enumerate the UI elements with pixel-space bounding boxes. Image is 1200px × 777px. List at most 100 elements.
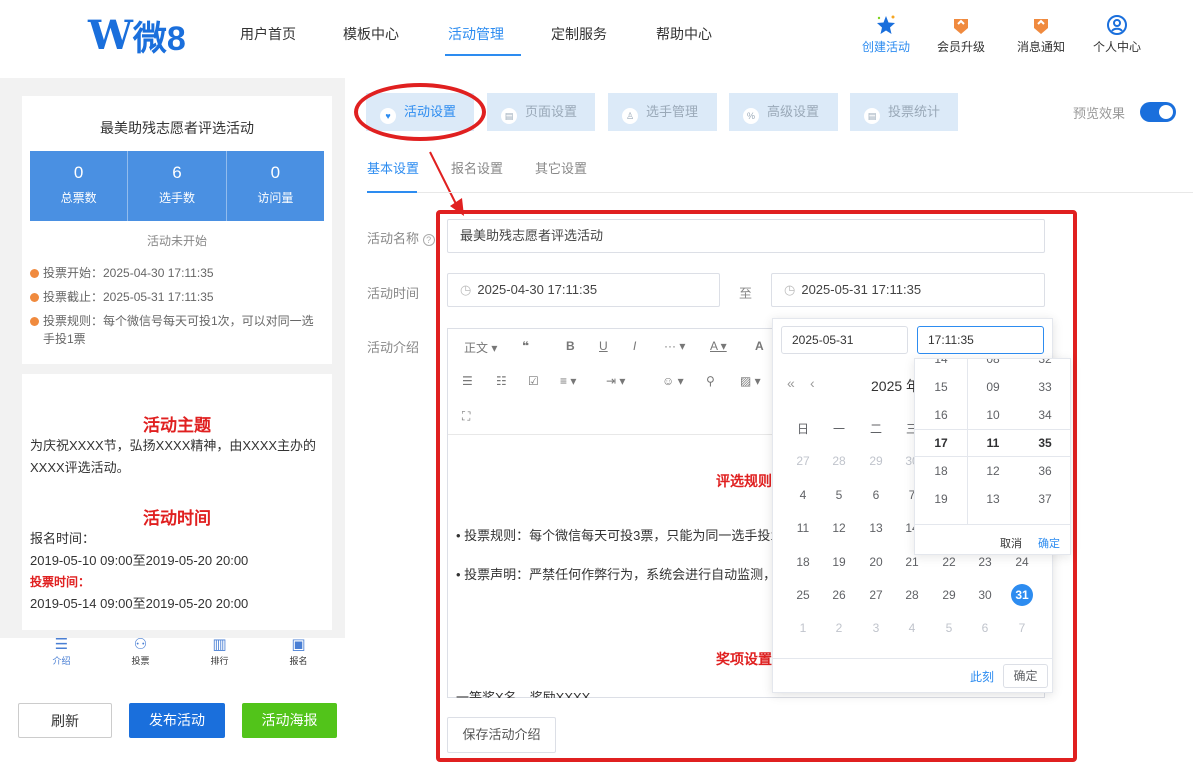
second-option[interactable]: 34 [1019, 401, 1070, 429]
calendar-day[interactable]: 29 [931, 588, 967, 602]
calendar-day[interactable]: 5 [821, 488, 857, 502]
calendar-day[interactable]: 13 [858, 521, 894, 535]
nav-home[interactable]: 用户首页 [240, 24, 296, 44]
calendar-day[interactable]: 11 [785, 521, 821, 535]
tab-contestant-management[interactable]: ♙ 选手管理 [608, 93, 717, 131]
time-select-line-bottom [915, 456, 1070, 457]
hour-option[interactable]: 17 [915, 429, 967, 457]
refresh-button[interactable]: 刷新 [18, 703, 112, 738]
second-option[interactable]: 35 [1019, 429, 1070, 457]
calendar-day[interactable]: 21 [894, 555, 930, 569]
time-confirm-button[interactable]: 确定 [1038, 535, 1060, 551]
calendar-day[interactable]: 6 [858, 488, 894, 502]
minute-option[interactable]: 09 [967, 373, 1019, 401]
subtab-other[interactable]: 其它设置 [535, 158, 587, 177]
picker-confirm-button[interactable]: 确定 [1003, 664, 1048, 688]
minute-option[interactable]: 13 [967, 485, 1019, 513]
weekday-header: 一 [832, 422, 845, 436]
subtab-signup[interactable]: 报名设置 [451, 158, 503, 177]
bottom-nav-intro[interactable]: ☰ 介绍 [37, 636, 87, 674]
nav-custom-service[interactable]: 定制服务 [551, 24, 607, 44]
activity-intro-label: 活动介绍 [367, 340, 420, 355]
minute-option[interactable]: 11 [967, 429, 1019, 457]
vote-rule-info: 投票规则：每个微信号每天可投1次，可以对同一选手投1票 [30, 312, 322, 348]
second-option[interactable]: 36 [1019, 457, 1070, 485]
now-link[interactable]: 此刻 [970, 668, 994, 685]
calendar-day[interactable]: 20 [858, 555, 894, 569]
calendar-day[interactable]: 25 [785, 588, 821, 602]
calendar-day[interactable]: 7 [1004, 621, 1040, 635]
calendar-day[interactable]: 18 [785, 555, 821, 569]
calendar-day[interactable]: 28 [821, 454, 857, 468]
notifications-label: 消息通知 [1016, 40, 1065, 54]
calendar-day[interactable]: 4 [785, 488, 821, 502]
publish-button[interactable]: 发布活动 [129, 703, 225, 738]
bottom-nav-signup[interactable]: ▣ 报名 [274, 636, 324, 674]
preview-toggle[interactable] [1140, 102, 1176, 122]
member-upgrade-link[interactable]: 会员升级 [931, 14, 991, 55]
hour-option[interactable]: 18 [915, 457, 967, 485]
picker-time-input[interactable]: 17:11:35 [917, 326, 1044, 354]
second-column[interactable]: 32 33 34 35 36 37 [1019, 359, 1070, 513]
stat-visits: 0 访问量 [257, 163, 294, 205]
second-option[interactable]: 33 [1019, 373, 1070, 401]
bottom-nav-ranking[interactable]: ▥ 排行 [195, 636, 245, 674]
create-activity-link[interactable]: 创建活动 [856, 14, 916, 55]
tab-advanced-settings[interactable]: % 高级设置 [729, 93, 838, 131]
calendar-day[interactable]: 29 [858, 454, 894, 468]
subtab-basic[interactable]: 基本设置 [367, 158, 419, 177]
picker-title[interactable]: 2025 年 [871, 376, 920, 396]
hour-option[interactable]: 14 [915, 359, 967, 373]
minute-option[interactable]: 10 [967, 401, 1019, 429]
minute-option[interactable]: 12 [967, 457, 1019, 485]
tab-vote-statistics[interactable]: ▤ 投票统计 [850, 93, 958, 131]
calendar-day[interactable]: 5 [931, 621, 967, 635]
nav-help[interactable]: 帮助中心 [656, 24, 712, 44]
calendar-day-selected[interactable]: 31 [1004, 588, 1040, 602]
vote-start-info: 投票开始：2025-04-30 17:11:35 [30, 264, 322, 282]
hour-option[interactable]: 19 [915, 485, 967, 513]
tab-page-settings[interactable]: ▤ 页面设置 [487, 93, 595, 131]
statistics-icon: ▤ [864, 108, 880, 124]
hour-option[interactable]: 16 [915, 401, 967, 429]
minute-option[interactable]: 08 [967, 359, 1019, 373]
notifications-link[interactable]: 消息通知 [1011, 14, 1071, 55]
calendar-day[interactable]: 30 [967, 588, 1003, 602]
signup-range: 2019-05-10 09:00至2019-05-20 20:00 [30, 553, 249, 568]
second-option[interactable]: 37 [1019, 485, 1070, 513]
hour-option[interactable]: 15 [915, 373, 967, 401]
bottom-nav-vote[interactable]: ⚇ 投票 [116, 636, 166, 674]
calendar-day[interactable]: 19 [821, 555, 857, 569]
calendar-day[interactable]: 12 [821, 521, 857, 535]
signup-icon: ▣ [291, 636, 306, 653]
prev-year-icon[interactable]: « [787, 375, 795, 391]
calendar-day[interactable]: 27 [785, 454, 821, 468]
time-picker-popup[interactable]: 14 15 16 17 18 19 08 09 10 11 12 13 32 33 34 35 36 37 [914, 358, 1071, 555]
bell-icon [1011, 14, 1071, 38]
activity-status: 活动未开始 [146, 234, 207, 248]
prev-month-icon[interactable]: ‹ [810, 375, 815, 391]
hour-column[interactable]: 14 15 16 17 18 19 [915, 359, 967, 513]
second-option[interactable]: 32 [1019, 359, 1070, 373]
calendar-day[interactable]: 3 [858, 621, 894, 635]
picker-date-input[interactable]: 2025-05-31 [781, 326, 908, 354]
calendar-day[interactable]: 2 [821, 621, 857, 635]
minute-column[interactable]: 08 09 10 11 12 13 [967, 359, 1019, 513]
profile-link[interactable]: 个人中心 [1087, 14, 1147, 55]
nav-templates[interactable]: 模板中心 [343, 24, 399, 44]
calendar-day[interactable]: 6 [967, 621, 1003, 635]
calendar-day[interactable]: 24 [1004, 555, 1040, 569]
calendar-day[interactable]: 1 [785, 621, 821, 635]
logo[interactable]: W 微8 [88, 12, 186, 59]
calendar-day[interactable]: 27 [858, 588, 894, 602]
calendar-day[interactable]: 23 [967, 555, 1003, 569]
calendar-day[interactable]: 4 [894, 621, 930, 635]
calendar-day[interactable]: 22 [931, 555, 967, 569]
time-cancel-button[interactable]: 取消 [1000, 535, 1022, 551]
contestant-icon: ♙ [622, 108, 638, 124]
poster-button[interactable]: 活动海报 [242, 703, 337, 738]
calendar-day[interactable]: 26 [821, 588, 857, 602]
clock-dot-icon [30, 293, 39, 302]
calendar-day[interactable]: 28 [894, 588, 930, 602]
nav-activity-management[interactable]: 活动管理 [448, 24, 504, 44]
